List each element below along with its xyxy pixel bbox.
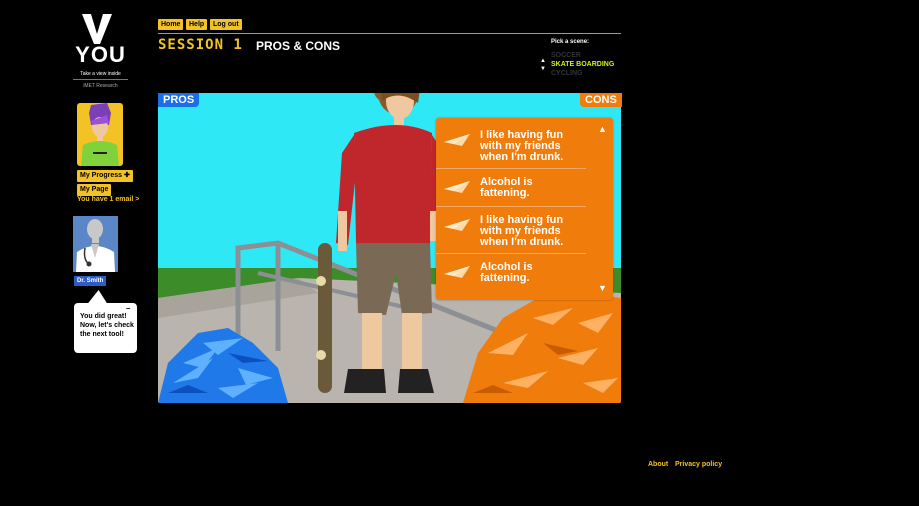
logo-title: YOU [75, 42, 126, 67]
privacy-policy-link[interactable]: Privacy policy [675, 461, 722, 468]
email-link[interactable]: You have 1 email > [77, 196, 139, 203]
scene-option-soccer[interactable]: SOCCER [551, 51, 581, 60]
cons-tab[interactable]: CONS [580, 93, 622, 107]
pros-tab[interactable]: PROS [158, 93, 200, 107]
scroll-up-icon[interactable]: ▲ [598, 124, 607, 134]
cons-item-text: I like having fun with my friends when I… [480, 214, 564, 248]
my-page-button[interactable]: My Page [77, 184, 112, 196]
header-divider [158, 33, 621, 34]
about-link[interactable]: About [648, 461, 668, 468]
arrow-up-icon[interactable]: ▲ [540, 57, 546, 65]
logo-v-icon [82, 14, 112, 44]
logo-org: iMET Research [83, 83, 118, 89]
paper-plane-icon [444, 219, 470, 231]
cons-list-item[interactable]: I like having fun with my friends when I… [436, 207, 586, 254]
help-button[interactable]: Help [186, 19, 208, 30]
cons-list-item[interactable]: I like having fun with my friends when I… [436, 122, 586, 169]
session-label: SESSION 1 [158, 37, 243, 53]
speech-bubble-tail [87, 290, 113, 304]
doctor-speech-bubble: – You did great! Now, let's check the ne… [74, 303, 137, 353]
avatar-figure-icon [81, 103, 119, 166]
cons-list-item[interactable]: Alcohol is fattening. [436, 254, 586, 294]
doctor-message: You did great! Now, let's check the next… [80, 313, 134, 338]
cons-item-text: Alcohol is fattening. [480, 261, 533, 284]
avatar[interactable] [77, 103, 123, 166]
doctor-avatar[interactable] [73, 216, 118, 272]
cons-item-text: I like having fun with my friends when I… [480, 129, 564, 163]
scene-picker-label: Pick a scene: [551, 39, 590, 45]
doctor-silhouette-icon [76, 219, 115, 272]
page-title: PROS & CONS [256, 39, 341, 53]
scene-option-skateboarding[interactable]: SKATE BOARDING [551, 60, 614, 69]
doctor-name-label: Dr. Smith [74, 276, 107, 286]
scene-option-cycling[interactable]: CYCLING [551, 69, 583, 78]
logout-button[interactable]: Log out [210, 19, 242, 30]
paper-plane-icon [444, 266, 470, 278]
logo-tagline: Take a view inside [73, 71, 128, 80]
scroll-down-icon[interactable]: ▼ [598, 283, 607, 293]
my-progress-button[interactable]: My Progress ✚ [77, 170, 133, 182]
plus-icon: ✚ [123, 172, 130, 179]
paper-plane-icon [444, 134, 470, 146]
arrow-down-icon[interactable]: ▼ [540, 65, 546, 73]
cons-item-text: Alcohol is fattening. [480, 176, 533, 199]
paper-plane-icon [444, 181, 470, 193]
home-button[interactable]: Home [158, 19, 184, 30]
scene-scroll-arrows[interactable]: ▲ ▼ [540, 57, 546, 73]
cons-list-item[interactable]: Alcohol is fattening. [436, 169, 586, 207]
cons-list-panel: I like having fun with my friends when I… [436, 118, 613, 300]
